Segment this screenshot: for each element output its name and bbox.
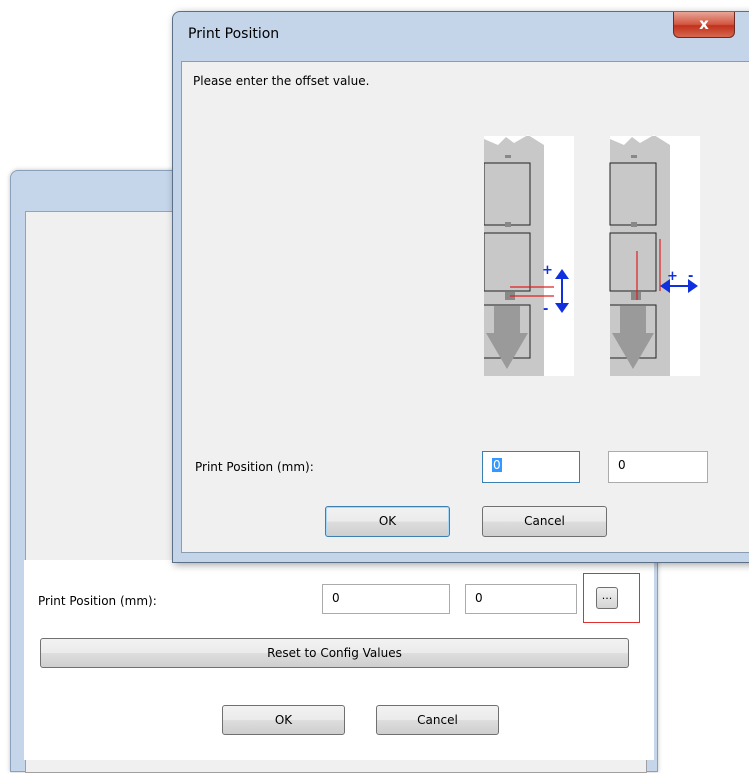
ok-button[interactable]: OK	[325, 506, 450, 537]
horizontal-offset-diagram: + -	[609, 135, 700, 376]
print-position-x-field[interactable]: 0	[482, 451, 580, 483]
horizontal-minus-sign: -	[688, 269, 693, 284]
parent-cancel-button[interactable]: Cancel	[376, 705, 499, 735]
reset-to-config-values-button[interactable]: Reset to Config Values	[40, 638, 629, 668]
print-position-y-field[interactable]: 0	[608, 451, 708, 483]
highlight-box	[583, 573, 640, 623]
horizontal-plus-sign: +	[667, 269, 678, 284]
cancel-button[interactable]: Cancel	[482, 506, 607, 537]
parent-print-position-label: Print Position (mm):	[38, 594, 157, 608]
print-position-x-value: 0	[492, 458, 502, 472]
parent-ok-button[interactable]: OK	[222, 705, 345, 735]
dialog-title: Print Position	[188, 26, 280, 42]
instruction-text: Please enter the offset value.	[193, 74, 370, 88]
vertical-offset-diagram: + -	[484, 135, 574, 376]
close-icon: x	[699, 15, 709, 33]
vertical-minus-sign: -	[543, 302, 548, 317]
print-position-label: Print Position (mm):	[195, 460, 314, 474]
close-button[interactable]: x	[673, 12, 735, 38]
vertical-plus-sign: +	[542, 263, 553, 278]
offset-diagram: + - + -	[484, 135, 700, 376]
parent-print-position-x-field[interactable]: 0	[322, 584, 450, 614]
parent-print-position-y-field[interactable]: 0	[465, 584, 577, 614]
